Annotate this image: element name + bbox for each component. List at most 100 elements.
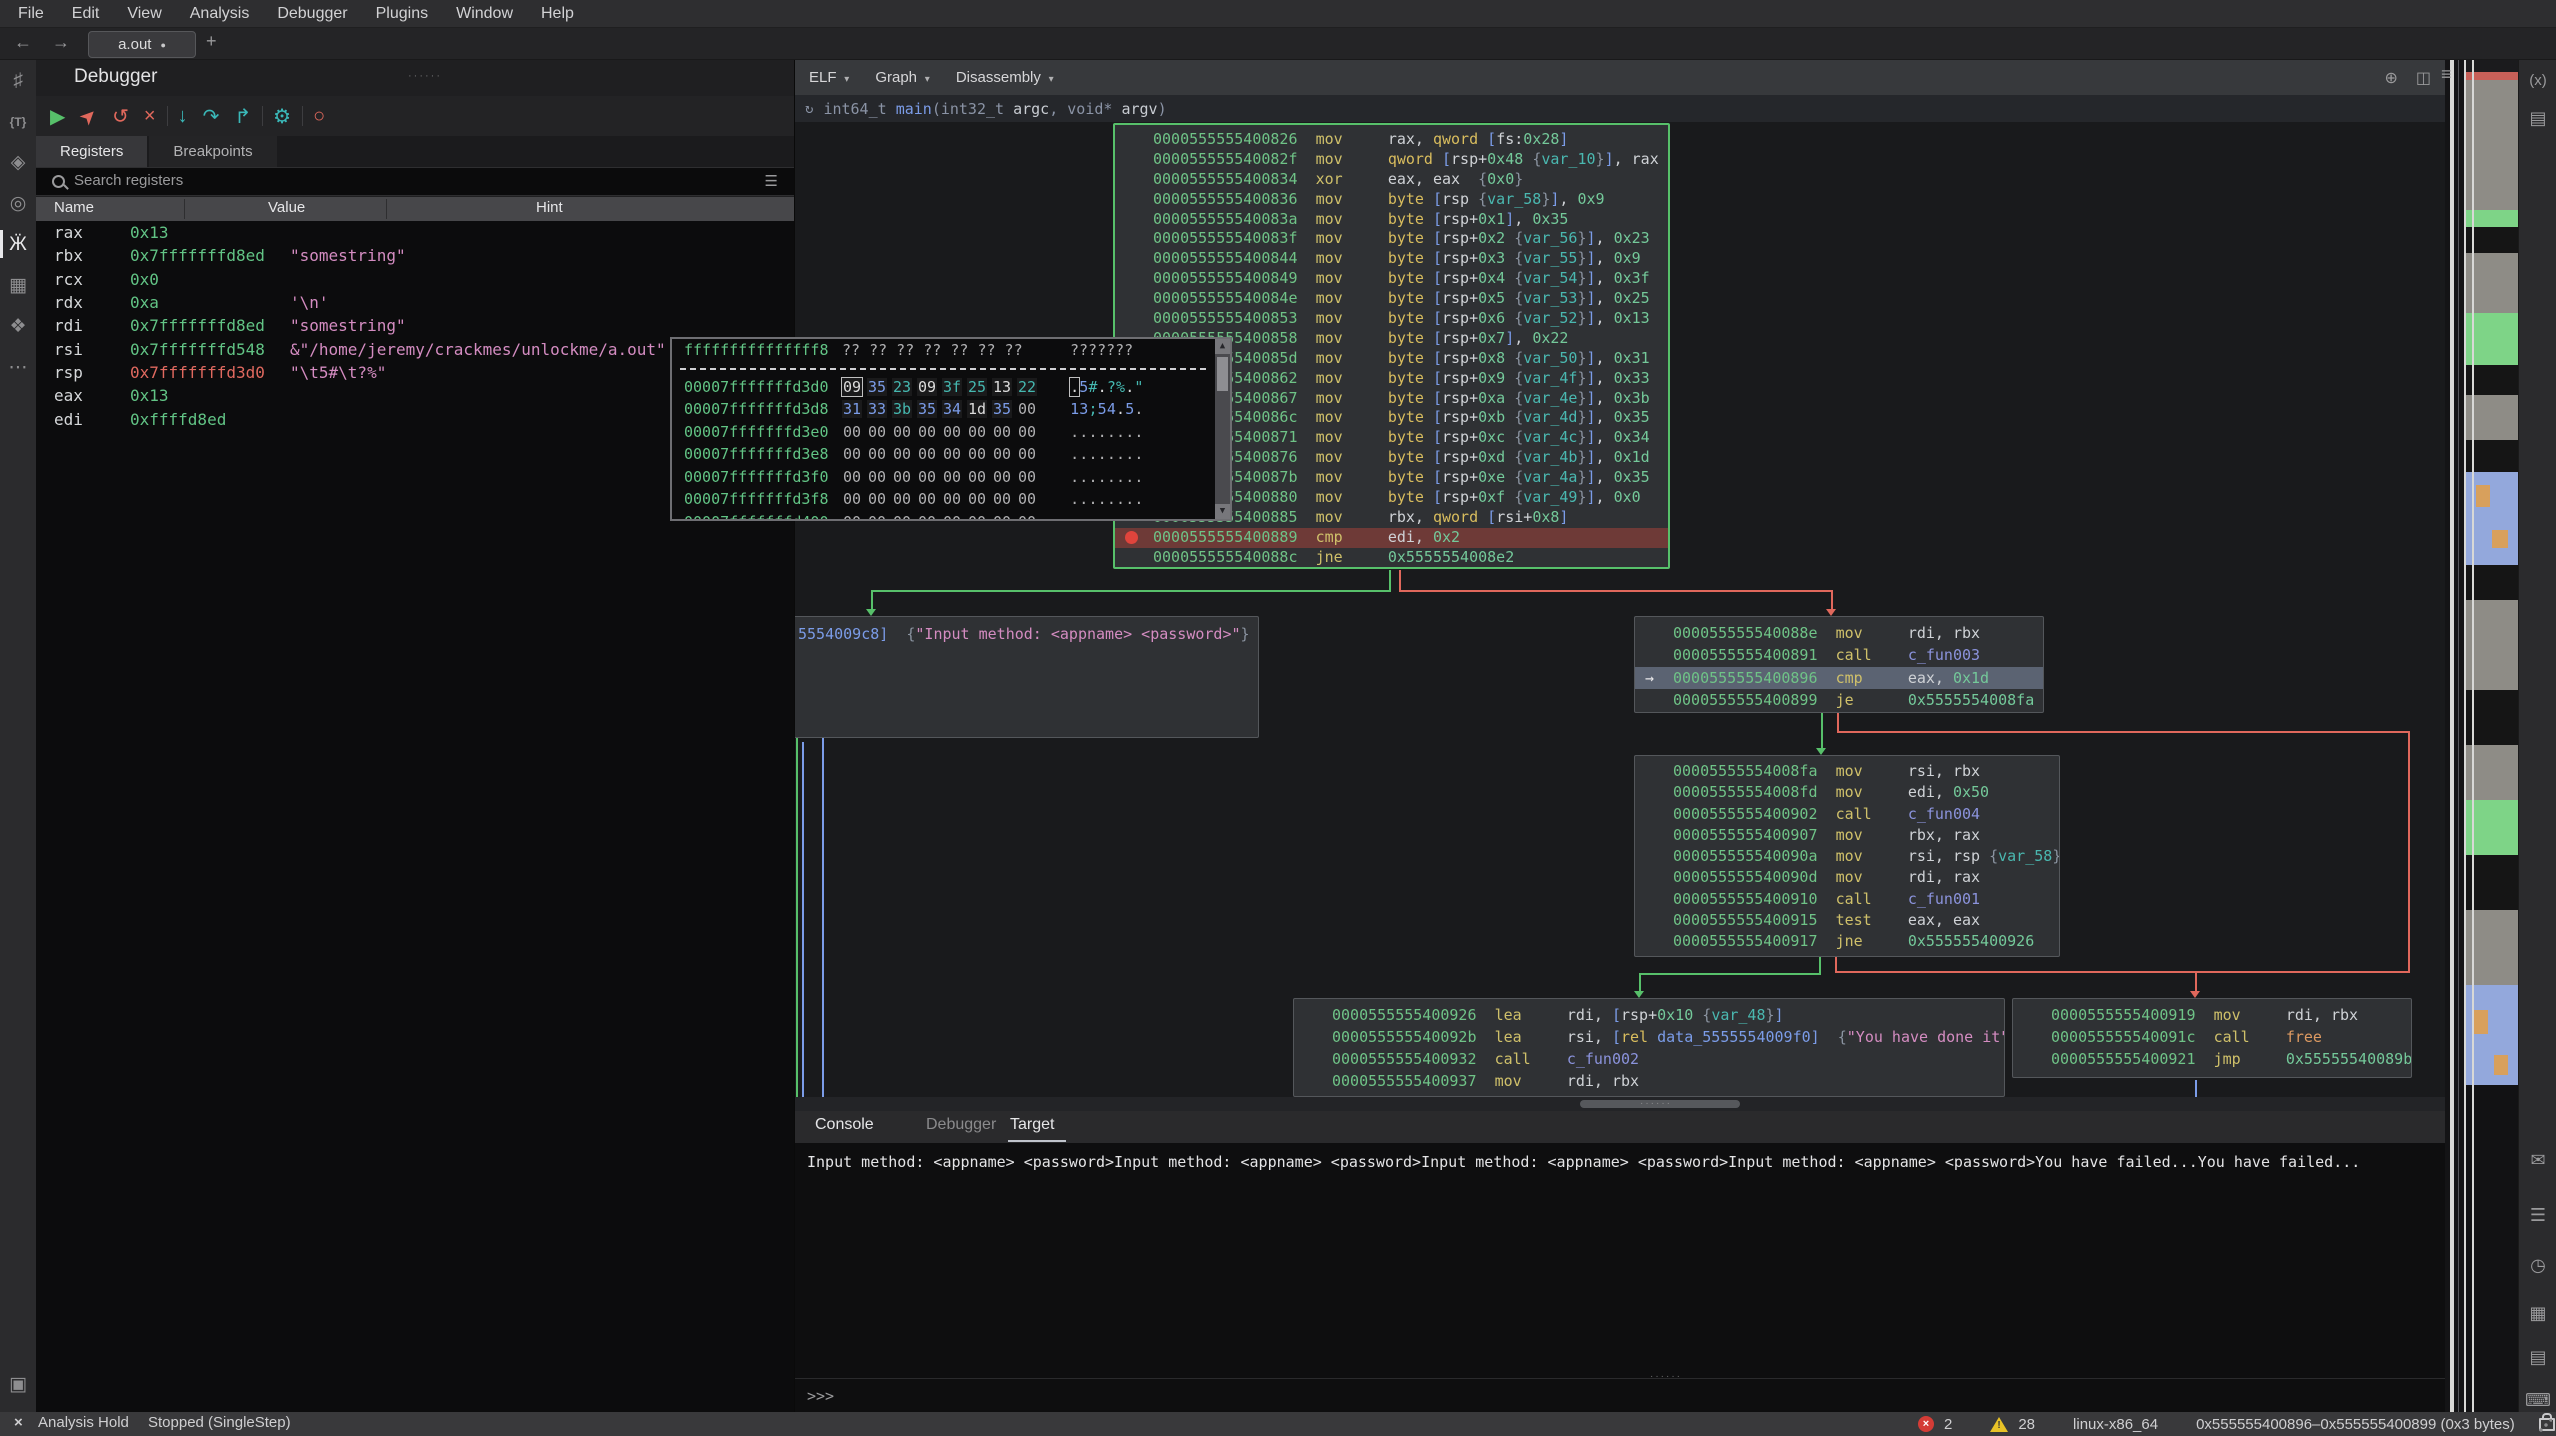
disasm-row[interactable]: 000055555540083f mov byte [rsp+0x2 {var_…	[1115, 229, 1668, 249]
hex-row[interactable]: 00007fffffffd3e80000000000000000........	[672, 443, 1230, 466]
symbols-icon[interactable]: ♯	[0, 60, 36, 101]
scroll-handle[interactable]	[1217, 357, 1228, 391]
splitter-dots[interactable]: ······	[1640, 1098, 1672, 1109]
filter-list-icon[interactable]: ☰	[765, 172, 778, 190]
hex-row[interactable]: 00007fffffffd3d831333b35341d350013;54.5.	[672, 398, 1230, 421]
view-options-menu-icon[interactable]: ≡	[2441, 64, 2452, 85]
menu-item-window[interactable]: Window	[442, 5, 527, 23]
disasm-row[interactable]: 000055555540088c jne 0x5555554008e2	[1115, 548, 1668, 568]
scrollbar-handle[interactable]	[2450, 60, 2454, 1412]
disasm-row[interactable]: 0000555555400937 mov rdi, rbx	[1294, 1070, 2004, 1092]
menu-item-file[interactable]: File	[4, 5, 58, 23]
hex-row[interactable]: 00007fffffffd3f00000000000000000........	[672, 466, 1230, 489]
components-icon[interactable]: ❖	[0, 306, 36, 347]
view-menu-graph[interactable]: Graph ▾	[875, 69, 930, 86]
register-row-rcx[interactable]: rcx0x0	[36, 268, 794, 291]
settings-icon[interactable]: ⚙	[273, 104, 291, 129]
disasm-row[interactable]: 000055555540084e mov byte [rsp+0x5 {var_…	[1115, 289, 1668, 309]
hex-row[interactable]: 00007fffffffd3d0093523093f251322.5#.?%."	[672, 376, 1230, 399]
basic-block-0919[interactable]: 0000555555400919 mov rdi, rbx00005555554…	[2012, 998, 2412, 1078]
disasm-row[interactable]: 0000555555400932 call c_fun002	[1294, 1048, 2004, 1070]
console-input-divider[interactable]: ······	[795, 1378, 2445, 1379]
reanalyze-icon[interactable]: ↻	[805, 101, 813, 117]
disasm-row[interactable]: 0000555555400926 lea rdi, [rsp+0x10 {var…	[1294, 1004, 2004, 1026]
stack-layers-icon[interactable]: ▤	[2519, 108, 2556, 129]
minimap-icon[interactable]: ▦	[2519, 1303, 2556, 1324]
link-icon[interactable]: ⊕	[2384, 68, 2397, 88]
register-row-rdx[interactable]: rdx0xa'\n'	[36, 291, 794, 314]
error-badge-icon[interactable]: ×	[1918, 1416, 1934, 1432]
graph-vertical-scrollbar[interactable]	[2445, 60, 2464, 1412]
kill-icon[interactable]: ×	[144, 105, 156, 128]
terminal-icon[interactable]: ⌨	[2519, 1390, 2556, 1411]
graph-horizontal-scrollbar[interactable]: ······	[795, 1097, 2445, 1111]
basic-block-input-method[interactable]: 5554009c8] {"Input method: <appname> <pa…	[795, 616, 1259, 738]
basic-block-0926[interactable]: 0000555555400926 lea rdi, [rsp+0x10 {var…	[1293, 998, 2005, 1097]
disasm-row[interactable]: 0000555555400902 call c_fun004	[1635, 804, 2059, 825]
function-signature-row[interactable]: ↻ int64_t main(int32_t argc, void* argv)	[795, 95, 2445, 122]
disasm-row[interactable]: 0000555555400844 mov byte [rsp+0x3 {var_…	[1115, 249, 1668, 269]
history-icon[interactable]: ◷	[2519, 1255, 2556, 1276]
types-icon[interactable]: {T}	[0, 101, 36, 142]
view-menu-elf[interactable]: ELF ▾	[809, 69, 849, 86]
basic-block-088e[interactable]: 000055555540088e mov rdi, rbx00005555554…	[1634, 616, 2044, 713]
disasm-row[interactable]: 000055555540088e mov rdi, rbx	[1635, 622, 2043, 644]
tab-a-out[interactable]: a.out ●	[88, 31, 196, 58]
popup-scrollbar[interactable]: ▲ ▼	[1215, 339, 1230, 519]
disasm-row[interactable]: 000055555540083a mov byte [rsp+0x1], 0x3…	[1115, 210, 1668, 230]
hex-row[interactable]: 00007fffffffd4000000000000000000........	[672, 511, 1230, 522]
tab-registers[interactable]: Registers	[36, 136, 147, 167]
disasm-row[interactable]: 0000555555400919 mov rdi, rbx	[2013, 1004, 2411, 1026]
disasm-row[interactable]: 0000555555400891 call c_fun003	[1635, 644, 2043, 666]
disasm-row[interactable]: 0000555555400917 jne 0x555555400926	[1635, 931, 2059, 952]
hex-row[interactable]: fffffffffffffff8?? ?? ?? ?? ?? ?? ??????…	[672, 339, 1230, 362]
more-icon[interactable]: ⋯	[0, 347, 36, 388]
disasm-row[interactable]: 0000555555400907 mov rbx, rax	[1635, 825, 2059, 846]
warning-icon[interactable]	[1990, 1417, 2008, 1432]
scroll-down-icon[interactable]: ▼	[1215, 504, 1230, 519]
disasm-row[interactable]: 0000555555400889 cmp edi, 0x2	[1115, 528, 1668, 548]
tab-console[interactable]: Console	[815, 1116, 874, 1134]
tab-debugger[interactable]: Debugger	[926, 1116, 996, 1134]
search-registers-input[interactable]: Search registers ☰	[36, 167, 794, 196]
disasm-row[interactable]: 5554009c8] {"Input method: <appname> <pa…	[795, 622, 1258, 646]
view-menu-disassembly[interactable]: Disassembly ▾	[956, 69, 1054, 86]
disasm-row[interactable]: 000055555540082f mov qword [rsp+0x48 {va…	[1115, 150, 1668, 170]
console-prompt[interactable]: >>>	[807, 1387, 834, 1405]
resize-grip[interactable]	[2538, 1419, 2552, 1433]
new-tab-button[interactable]: +	[206, 31, 217, 52]
resume-icon[interactable]: ▶	[50, 104, 65, 129]
analysis-close-icon[interactable]: ×	[14, 1414, 23, 1431]
step-return-icon[interactable]: ↱	[234, 104, 251, 129]
menu-item-analysis[interactable]: Analysis	[176, 5, 264, 23]
split-view-icon[interactable]: ◫	[2416, 68, 2431, 88]
attach-icon[interactable]: ➤	[74, 101, 104, 131]
comments-icon[interactable]: ✉	[2519, 1150, 2556, 1171]
disasm-row[interactable]: 0000555555400826 mov rax, qword [fs:0x28…	[1115, 130, 1668, 150]
tab-breakpoints[interactable]: Breakpoints	[149, 136, 276, 167]
register-row-rax[interactable]: rax0x13	[36, 221, 794, 244]
disasm-row[interactable]: 0000555555400899 je 0x5555554008fa	[1635, 689, 2043, 711]
drag-handle-dots[interactable]: ······	[408, 70, 442, 82]
feature-map[interactable]	[2464, 60, 2518, 1412]
hex-row[interactable]: 00007fffffffd3e00000000000000000........	[672, 421, 1230, 444]
tags-icon[interactable]: ◈	[0, 142, 36, 183]
disasm-row[interactable]: 0000555555400834 xor eax, eax {0x0}	[1115, 170, 1668, 190]
menu-item-plugins[interactable]: Plugins	[362, 5, 442, 23]
console-panel-icon[interactable]: ▣	[9, 1373, 27, 1396]
nav-forward-button[interactable]: →	[52, 32, 70, 53]
basic-block-08fa[interactable]: 00005555554008fa mov rsi, rbx00005555554…	[1634, 755, 2060, 957]
hex-row[interactable]: 00007fffffffd3f80000000000000000........	[672, 488, 1230, 511]
warning-count[interactable]: 28	[2018, 1416, 2035, 1433]
disasm-row[interactable]: 000055555540090a mov rsi, rsp {var_58}	[1635, 846, 2059, 867]
record-icon[interactable]: ○	[313, 105, 325, 128]
menu-item-debugger[interactable]: Debugger	[263, 5, 361, 23]
disasm-row[interactable]: 000055555540092b lea rsi, [rel data_5555…	[1294, 1026, 2004, 1048]
function-signature-icon[interactable]: (x)	[2519, 72, 2556, 89]
step-into-icon[interactable]: ↓	[178, 105, 188, 128]
breakpoint-icon[interactable]	[1125, 531, 1138, 544]
menu-item-help[interactable]: Help	[527, 5, 588, 23]
nav-back-button[interactable]: ←	[14, 32, 32, 53]
disasm-row[interactable]: 0000555555400853 mov byte [rsp+0x6 {var_…	[1115, 309, 1668, 329]
menu-item-edit[interactable]: Edit	[58, 5, 114, 23]
